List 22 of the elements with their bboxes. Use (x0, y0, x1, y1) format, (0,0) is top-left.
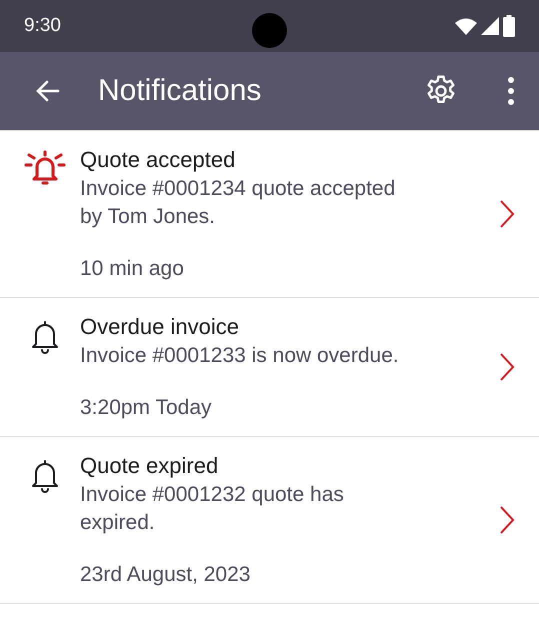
signal-icon (481, 17, 499, 35)
notification-time: 23rd August, 2023 (80, 562, 252, 588)
status-time: 9:30 (24, 15, 61, 37)
notification-time: 3:20pm Today (80, 395, 213, 421)
chevron-button[interactable] (499, 352, 515, 382)
chevron-right-icon (499, 505, 515, 535)
camera-cutout (252, 13, 287, 48)
wifi-icon (455, 17, 477, 35)
notification-title: Quote expired (80, 452, 220, 480)
notification-message: Invoice #0001232 quote has expired. (80, 482, 345, 536)
notification-title: Quote accepted (80, 146, 236, 174)
chevron-right-icon (499, 352, 515, 382)
battery-icon (503, 15, 515, 37)
chevron-button[interactable] (499, 505, 515, 535)
screen-title: Notifications (98, 74, 262, 108)
notification-title: Overdue invoice (80, 313, 240, 341)
notification-time: 10 min ago (80, 256, 185, 282)
chevron-right-icon (499, 199, 515, 229)
notification-message: Invoice #0001233 is now overdue. (80, 343, 400, 369)
chevron-button[interactable] (499, 199, 515, 229)
notification-message: Invoice #0001234 quote accepted by Tom Jones. (80, 176, 396, 230)
more-icon (507, 76, 515, 106)
